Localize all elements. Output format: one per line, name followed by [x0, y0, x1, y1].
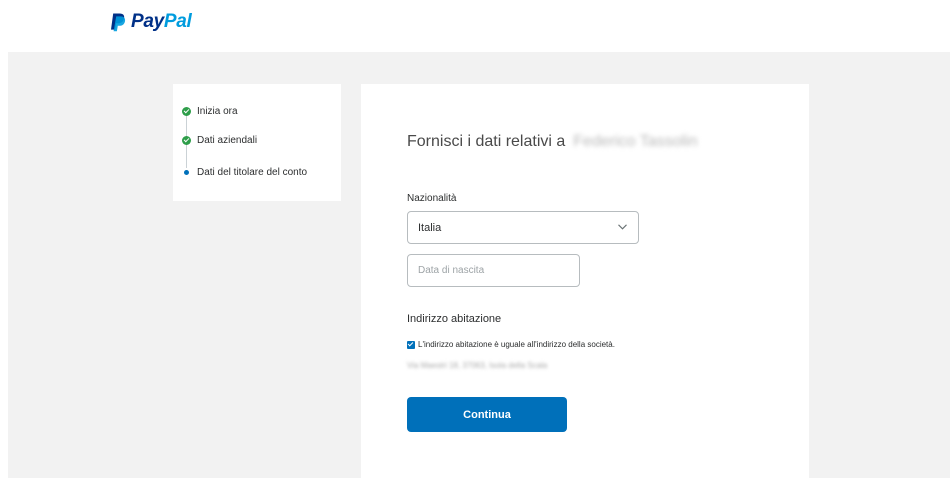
- date-of-birth-placeholder: Data di nascita: [418, 265, 485, 276]
- same-address-checkbox[interactable]: [407, 340, 415, 349]
- continue-button[interactable]: Continua: [407, 397, 567, 432]
- step-label: Dati aziendali: [197, 135, 258, 146]
- nationality-label: Nazionalità: [407, 193, 457, 204]
- logo-pay: Pay: [131, 11, 164, 32]
- nationality-value: Italia: [418, 222, 442, 234]
- date-of-birth-input[interactable]: Data di nascita: [407, 254, 580, 287]
- progress-stepper: Inizia ora Dati aziendali Dati del titol…: [173, 84, 341, 201]
- paypal-wordmark: PayPal: [131, 11, 192, 33]
- logo-pal: Pal: [163, 11, 192, 32]
- company-address-text: Via Maestri 18, 37063, Isola della Scala: [407, 361, 548, 370]
- nationality-select[interactable]: Italia: [407, 211, 639, 244]
- current-step-dot-icon: [184, 170, 189, 175]
- title-text: Fornisci i dati relativi a: [407, 133, 566, 150]
- paypal-logo[interactable]: PayPal: [110, 11, 192, 33]
- same-address-checkbox-row[interactable]: L'indirizzo abitazione è uguale all'indi…: [407, 340, 615, 349]
- step-dati-titolare: Dati del titolare del conto: [182, 167, 307, 178]
- step-label: Dati del titolare del conto: [197, 167, 308, 178]
- check-circle-icon: [182, 136, 191, 145]
- account-holder-name: Federico Tassolin: [573, 133, 698, 150]
- paypal-p-icon: [111, 13, 126, 31]
- step-inizia-ora: Inizia ora: [182, 106, 238, 117]
- step-dati-aziendali: Dati aziendali: [182, 135, 257, 146]
- form-card: Fornisci i dati relativi a Federico Tass…: [361, 84, 809, 478]
- header: PayPal: [0, 0, 950, 52]
- step-label: Inizia ora: [197, 106, 238, 117]
- page-title: Fornisci i dati relativi a Federico Tass…: [407, 133, 698, 151]
- check-circle-icon: [182, 107, 191, 116]
- same-address-checkbox-label: L'indirizzo abitazione è uguale all'indi…: [418, 340, 615, 349]
- home-address-label: Indirizzo abitazione: [407, 313, 502, 325]
- chevron-down-icon: [618, 224, 627, 230]
